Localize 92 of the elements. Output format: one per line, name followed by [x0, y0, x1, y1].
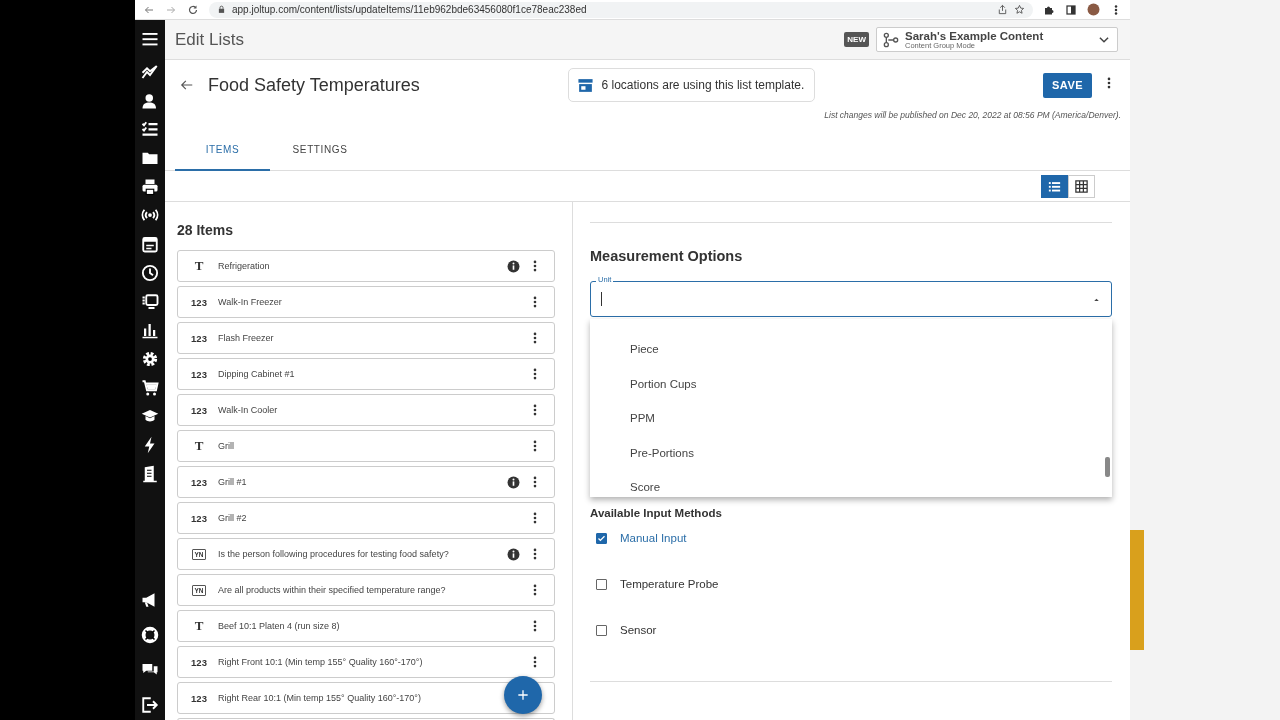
address-bar[interactable]: app.joltup.com/content/lists/updateItems/11eb962bde63456080f1ce78eac238ed: [209, 1, 1033, 18]
calendar-icon[interactable]: [141, 235, 159, 254]
item-type-mark: T: [193, 438, 205, 454]
url-text: app.joltup.com/content/lists/updateItems/11eb962bde63456080f1ce78eac238ed: [232, 4, 587, 15]
scrollbar-thumb[interactable]: [1105, 457, 1110, 477]
checkbox[interactable]: [596, 578, 607, 590]
item-label: Flash Freezer: [218, 333, 274, 343]
checkbox-label: Sensor: [620, 624, 657, 636]
item-type-mark: 123: [190, 476, 208, 488]
checkbox[interactable]: [596, 532, 607, 544]
info-icon[interactable]: [507, 475, 520, 489]
tab[interactable]: SETTINGS: [280, 130, 360, 171]
items-count: 28 Items: [177, 221, 235, 239]
list-item[interactable]: 123 Walk-In Cooler: [177, 394, 555, 426]
share-icon[interactable]: [997, 4, 1008, 15]
list-item[interactable]: 123 Flash Freezer: [177, 322, 555, 354]
dropdown-option[interactable]: Score: [590, 470, 1112, 497]
bar-chart-icon[interactable]: [141, 321, 159, 340]
item-type-mark: T: [193, 258, 205, 274]
lifebuoy-icon[interactable]: [141, 626, 159, 644]
content-group-name: Sarah's Example Content: [905, 29, 1045, 42]
dropdown-option[interactable]: Pre-Portions: [590, 435, 1112, 470]
list-item[interactable]: 123 Grill #1: [177, 466, 555, 498]
checkbox[interactable]: [596, 624, 607, 636]
person-icon[interactable]: [141, 91, 159, 110]
list-item[interactable]: 123 Grill #2: [177, 502, 555, 534]
item-label: Beef 10:1 Platen 4 (run size 8): [218, 621, 340, 631]
item-type-mark: 123: [190, 512, 208, 524]
item-type-mark: 123: [190, 368, 208, 380]
settings-icon[interactable]: [141, 349, 159, 368]
avatar-icon[interactable]: [1087, 3, 1100, 16]
item-type-mark: 123: [190, 296, 208, 308]
item-label: Grill #1: [218, 477, 247, 487]
info-icon[interactable]: [507, 259, 520, 273]
banner-text: 6 locations are using this list template.: [601, 78, 805, 92]
star-icon[interactable]: [1014, 4, 1025, 15]
item-type-mark: 123: [190, 692, 208, 704]
list-item[interactable]: 123 Right Front 10:1 (Min temp 155° Quality 160°-170°): [177, 646, 555, 678]
tab[interactable]: ITEMS: [175, 130, 270, 171]
grid-icon: [1074, 178, 1089, 194]
printer-icon[interactable]: [141, 177, 159, 196]
list-item[interactable]: T Refrigeration: [177, 250, 555, 282]
item-label: Walk-In Freezer: [218, 297, 282, 307]
item-label: Dipping Cabinet #1: [218, 369, 295, 379]
page-title: Edit Lists: [175, 29, 244, 50]
building-icon[interactable]: [141, 464, 159, 483]
logout-icon[interactable]: [141, 696, 159, 714]
reload-icon[interactable]: [187, 3, 199, 16]
menu-icon[interactable]: [141, 30, 159, 48]
section-subtitle: Available Input Methods: [590, 507, 723, 519]
new-badge: NEW: [844, 32, 869, 47]
item-type-mark: 123: [190, 656, 208, 668]
clock-icon[interactable]: [141, 263, 159, 282]
list-view-toggle[interactable]: [1041, 174, 1068, 198]
checkbox-label: Temperature Probe: [620, 578, 719, 590]
item-label: Grill: [218, 441, 234, 451]
list-item[interactable]: 123 Right Rear 10:1 (Min temp 155° Quality 160°-170°): [177, 682, 555, 714]
item-label: Is the person following procedures for testing food safety?: [218, 549, 449, 559]
item-label: Refrigeration: [218, 261, 270, 271]
item-label: Are all products within their specified temperature range?: [218, 585, 446, 595]
line-chart-icon[interactable]: [141, 63, 159, 81]
dropdown-option[interactable]: Portion Cups: [590, 366, 1112, 401]
network-icon: [883, 31, 899, 48]
item-label: Right Rear 10:1 (Min temp 155° Quality 160°-170°): [218, 693, 421, 703]
chat-list-icon[interactable]: [141, 292, 159, 311]
grid-view-toggle[interactable]: [1068, 174, 1095, 198]
unit-select[interactable]: [590, 281, 1112, 317]
list-item[interactable]: T Grill: [177, 430, 555, 462]
dropdown-option[interactable]: PPM: [590, 401, 1112, 436]
store-icon: [576, 76, 594, 94]
sidebar-icon[interactable]: [1065, 3, 1077, 16]
info-icon[interactable]: [507, 547, 520, 561]
cart-icon[interactable]: [141, 378, 159, 397]
item-label: Right Front 10:1 (Min temp 155° Quality 160°-170°): [218, 657, 423, 667]
plus-icon: [516, 688, 530, 702]
dropdown-option[interactable]: Piece: [590, 332, 1112, 367]
publish-note: List changes will be published on Dec 20, 2022 at 08:56 PM (America/Denver).: [824, 110, 1121, 120]
checkbox-label: Manual Input: [620, 532, 687, 544]
section-title: Measurement Options: [590, 248, 744, 264]
item-type-mark: 123: [190, 404, 208, 416]
lock-icon: [217, 5, 226, 14]
checklist-icon[interactable]: [141, 120, 159, 139]
list-item[interactable]: 123 Walk-In Freezer: [177, 286, 555, 318]
item-label: Grill #2: [218, 513, 247, 523]
list-item[interactable]: 123 Dipping Cabinet #1: [177, 358, 555, 390]
list-title: Food Safety Temperatures: [208, 74, 420, 96]
item-type-mark: 123: [190, 332, 208, 344]
list-item[interactable]: T Beef 10:1 Platen 4 (run size 8): [177, 610, 555, 642]
back-arrow-icon[interactable]: [180, 78, 194, 92]
item-type-mark: T: [193, 618, 205, 634]
item-label: Walk-In Cooler: [218, 405, 278, 415]
save-button[interactable]: SAVE: [1043, 72, 1092, 98]
